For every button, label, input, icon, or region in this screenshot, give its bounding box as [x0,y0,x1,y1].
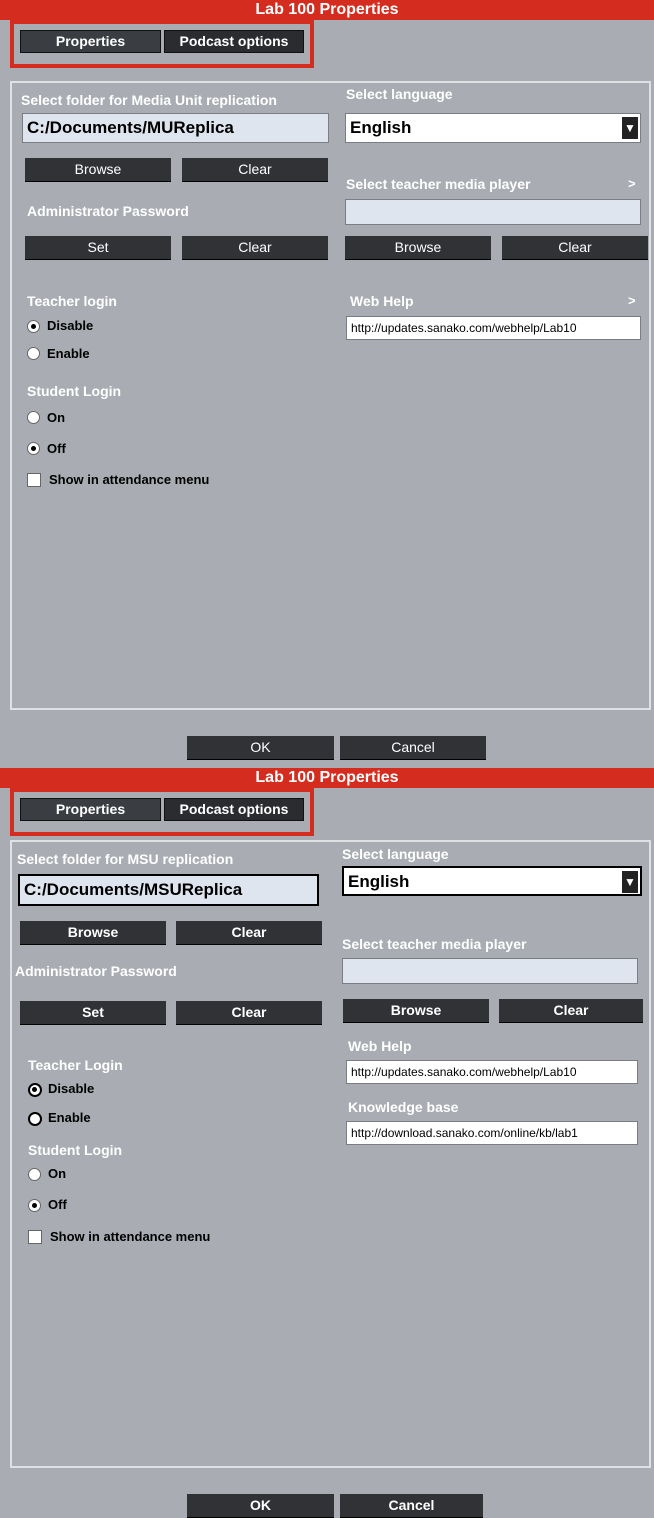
dialog-title: Lab 100 Properties [0,0,654,20]
tab-strip: Properties Podcast options [10,788,314,836]
webhelp-label: Web Help [350,293,414,309]
student-off-radio[interactable] [27,442,40,455]
language-select[interactable]: English ▼ [345,113,641,143]
ok-button[interactable]: OK [187,736,334,760]
chevron-right-icon[interactable]: > [628,293,636,308]
media-player-field[interactable] [345,199,641,225]
language-label: Select language [346,86,453,102]
webhelp-label: Web Help [348,1038,412,1054]
teacher-enable-radio[interactable] [28,1112,42,1126]
replication-label: Select folder for MSU replication [17,851,234,867]
teacher-disable-radio[interactable] [28,1083,42,1097]
ok-button[interactable]: OK [187,1494,334,1518]
tab-properties[interactable]: Properties [20,30,161,53]
clear-password-button[interactable]: Clear [182,236,328,260]
teacher-disable-label: Disable [47,318,94,333]
dropdown-arrow-icon[interactable]: ▼ [622,871,638,893]
clear-button[interactable]: Clear [182,158,328,182]
replication-folder-field[interactable]: C:/Documents/MSUReplica [18,874,319,906]
tab-properties[interactable]: Properties [20,798,161,821]
teacher-enable-radio[interactable] [27,347,40,360]
student-off-radio[interactable] [28,1199,41,1212]
language-label: Select language [342,846,449,862]
replication-label: Select folder for Media Unit replication [21,92,277,108]
student-off-label: Off [48,1197,67,1212]
admin-password-label: Administrator Password [27,203,189,219]
dropdown-arrow-icon[interactable]: ▼ [622,117,638,139]
browse-button[interactable]: Browse [20,921,166,945]
properties-dialog-1: Lab 100 Properties Properties Podcast op… [0,0,654,760]
teacher-disable-label: Disable [48,1081,95,1096]
tab-strip: Properties Podcast options [10,20,314,68]
teacher-login-label: Teacher login [27,293,117,309]
cancel-button[interactable]: Cancel [340,1494,483,1518]
student-off-label: Off [47,441,66,456]
clear-button[interactable]: Clear [176,921,322,945]
knowledge-base-label: Knowledge base [348,1099,459,1115]
set-password-button[interactable]: Set [25,236,171,260]
properties-dialog-2: Lab 100 Properties Properties Podcast op… [0,758,654,1518]
attendance-checkbox[interactable] [28,1230,42,1244]
media-player-label: Select teacher media player [342,936,527,952]
tab-podcast-options[interactable]: Podcast options [164,30,304,53]
student-login-label: Student Login [28,1142,123,1158]
player-clear-button[interactable]: Clear [499,999,643,1023]
set-password-button[interactable]: Set [20,1001,166,1025]
teacher-login-label: Teacher Login [28,1057,123,1073]
language-value: English [350,118,412,137]
attendance-label: Show in attendance menu [49,472,210,487]
attendance-checkbox[interactable] [27,473,41,487]
cancel-button[interactable]: Cancel [340,736,486,760]
language-select[interactable]: English ▼ [342,866,642,896]
teacher-enable-label: Enable [47,346,90,361]
student-on-radio[interactable] [28,1168,41,1181]
teacher-enable-label: Enable [48,1110,91,1125]
player-browse-button[interactable]: Browse [343,999,489,1023]
student-on-label: On [47,410,66,425]
tab-podcast-options[interactable]: Podcast options [164,798,304,821]
player-clear-button[interactable]: Clear [502,236,648,260]
browse-button[interactable]: Browse [25,158,171,182]
student-on-label: On [48,1166,67,1181]
student-login-label: Student Login [27,383,122,399]
webhelp-url-field[interactable]: http://updates.sanako.com/webhelp/Lab10 [346,1060,638,1084]
attendance-label: Show in attendance menu [50,1229,211,1244]
webhelp-url-field[interactable]: http://updates.sanako.com/webhelp/Lab10 [346,316,641,340]
teacher-disable-radio[interactable] [27,320,40,333]
clear-password-button[interactable]: Clear [176,1001,322,1025]
player-browse-button[interactable]: Browse [345,236,491,260]
student-on-radio[interactable] [27,411,40,424]
knowledge-base-url-field[interactable]: http://download.sanako.com/online/kb/lab… [346,1121,638,1145]
language-value: English [348,872,410,891]
media-player-label: Select teacher media player [346,176,531,192]
admin-password-label: Administrator Password [15,963,177,979]
dialog-title: Lab 100 Properties [0,768,654,788]
media-player-field[interactable] [342,958,638,984]
chevron-right-icon[interactable]: > [628,176,636,191]
replication-folder-field[interactable]: C:/Documents/MUReplica [22,113,329,143]
